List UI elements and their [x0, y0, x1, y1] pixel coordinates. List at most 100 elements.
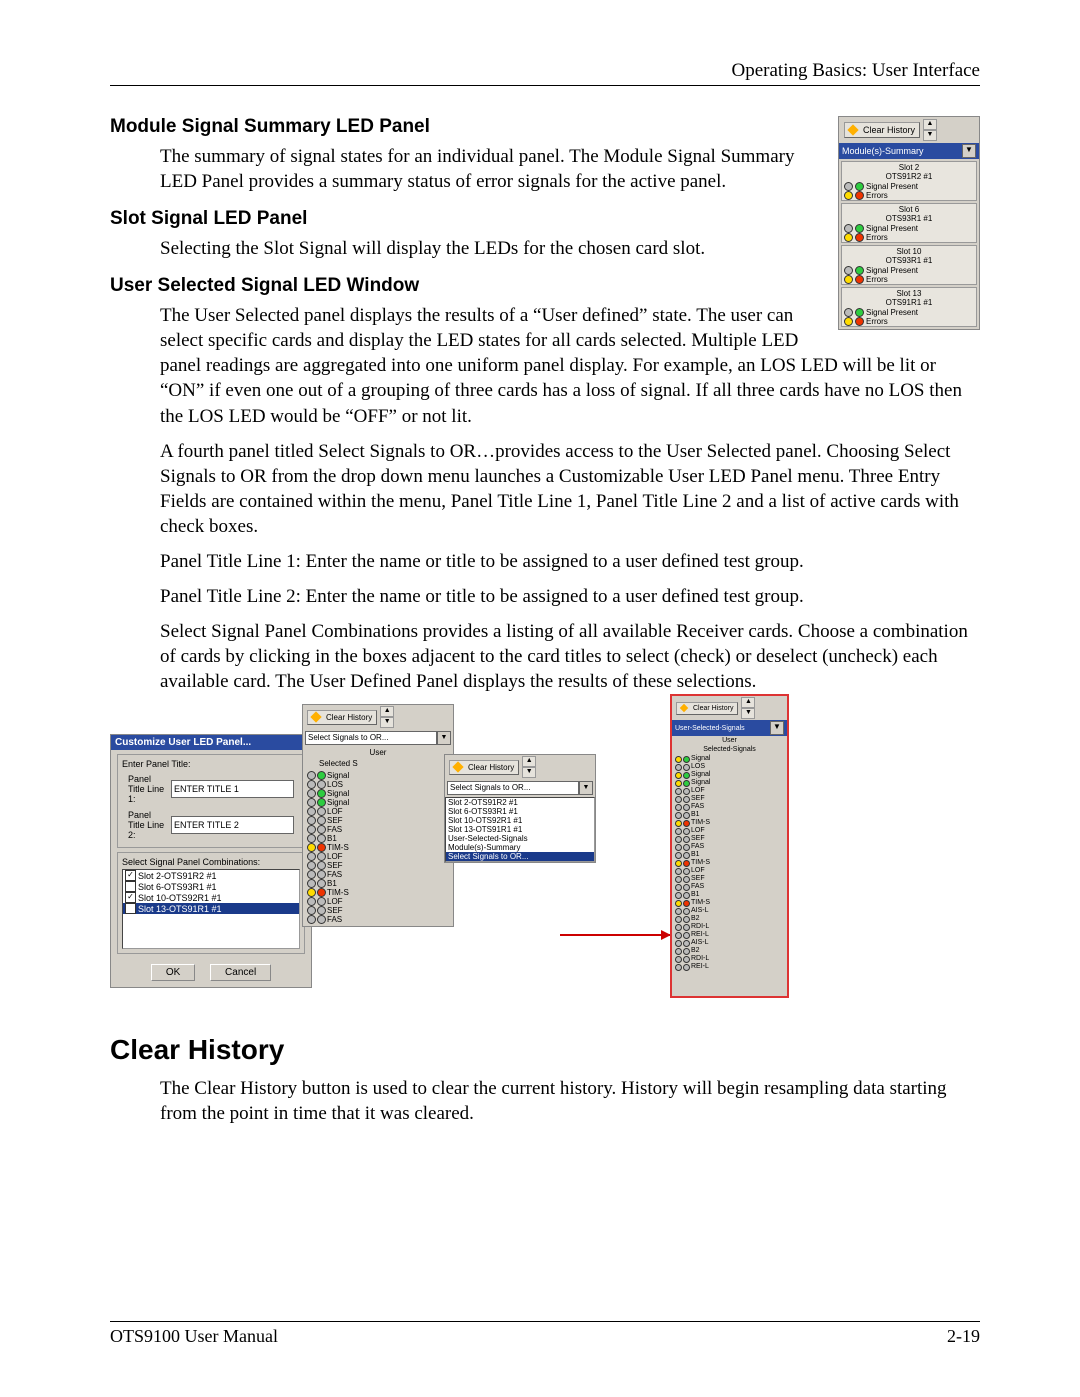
footer-right: 2-19 [947, 1326, 980, 1347]
dropdown-list[interactable]: Slot 2-OTS91R2 #1 Slot 6-OTS93R1 #1 Slot… [445, 797, 595, 862]
led-row: Signal [675, 771, 784, 779]
checkbox[interactable]: ✓ [125, 870, 136, 881]
led-row: TIM-S [675, 819, 784, 827]
checkbox[interactable] [125, 903, 136, 914]
page-header: Operating Basics: User Interface [110, 60, 980, 86]
title-line1-input[interactable] [171, 780, 294, 798]
panel-subtitle: Selected-Signals [672, 745, 787, 754]
clear-history-button[interactable]: Clear History [676, 702, 738, 715]
led-row: B2 [675, 947, 784, 955]
panel-subtitle: User [672, 736, 787, 745]
cancel-button[interactable]: Cancel [210, 964, 271, 981]
clear-history-button[interactable]: Clear History [307, 710, 377, 725]
led-row: B1 [675, 851, 784, 859]
spinner[interactable]: ▲▼ [923, 119, 935, 141]
panel-subtitle: Selected S [303, 758, 453, 769]
list-item[interactable]: Select Signals to OR... [446, 852, 594, 861]
diamond-icon [310, 712, 321, 723]
checkbox[interactable] [125, 881, 136, 892]
signal-combo[interactable]: Select Signals to OR... ▼ [305, 731, 451, 745]
spinner[interactable]: ▲▼ [380, 706, 392, 728]
title-line2-input[interactable] [171, 816, 294, 834]
body-paragraph: A fourth panel titled Select Signals to … [160, 439, 980, 539]
list-item[interactable]: Slot 6-OTS93R1 #1 [446, 807, 594, 816]
list-item[interactable]: Module(s)-Summary [446, 843, 594, 852]
led-row: REI-L [675, 931, 784, 939]
led-row: FAS [675, 843, 784, 851]
clear-history-label: Clear History [693, 705, 733, 712]
slot-subtitle: OTS93R1 #1 [886, 256, 933, 265]
checkbox[interactable]: ✓ [125, 892, 136, 903]
led-row: SEF [675, 835, 784, 843]
led-label: Errors [866, 191, 888, 200]
dropdown-icon[interactable]: ▼ [962, 144, 976, 158]
led-row: FAS [675, 803, 784, 811]
panel-header[interactable]: User-Selected-Signals ▼ [672, 720, 787, 736]
dropdown-icon[interactable]: ▼ [770, 721, 784, 735]
fieldset-label: Select Signal Panel Combinations: [122, 857, 300, 867]
led-row: RDI-L [675, 923, 784, 931]
figure-composite: Customize User LED Panel... Enter Panel … [110, 704, 980, 994]
led-row: FAS [307, 825, 449, 834]
field-label: Panel Title Line 2: [128, 810, 167, 840]
diamond-icon [847, 124, 858, 135]
slot-title: Slot 2 [899, 163, 919, 172]
led-label: Errors [866, 233, 888, 242]
spinner[interactable]: ▲▼ [741, 697, 753, 719]
diamond-icon [680, 704, 688, 712]
led-label: Signal Present [866, 266, 918, 275]
dropdown-icon[interactable]: ▼ [579, 781, 593, 795]
list-item[interactable]: Slot 2-OTS91R2 #1 [446, 798, 594, 807]
led-row: LOF [675, 827, 784, 835]
led-row: SEF [307, 906, 449, 915]
signal-combo[interactable]: Select Signals to OR... ▼ [447, 781, 593, 795]
slot-tile: Slot 13OTS91R1 #1 Signal Present Errors [841, 287, 977, 327]
led-row: SEF [307, 861, 449, 870]
diamond-icon [452, 762, 463, 773]
led-row: SEF [675, 795, 784, 803]
led-label: Errors [866, 317, 888, 326]
user-selected-signals-panel: Clear History ▲▼ User-Selected-Signals ▼… [670, 694, 789, 998]
dropdown-icon[interactable]: ▼ [437, 731, 451, 745]
led-row: LOF [307, 897, 449, 906]
field-label: Panel Title Line 1: [128, 774, 167, 804]
dialog-title: Customize User LED Panel... [111, 735, 311, 750]
led-row: FAS [675, 883, 784, 891]
list-item[interactable]: Slot 10-OTS92R1 #1 [446, 816, 594, 825]
footer-left: OTS9100 User Manual [110, 1326, 278, 1347]
slot-title: Slot 13 [897, 289, 922, 298]
fieldset-label: Enter Panel Title: [122, 759, 300, 769]
led-row: REI-L [675, 963, 784, 971]
led-row: LOF [675, 867, 784, 875]
page-footer: OTS9100 User Manual 2-19 [110, 1321, 980, 1347]
led-row: FAS [307, 915, 449, 924]
list-item[interactable]: Slot 13-OTS91R1 #1 [446, 825, 594, 834]
signal-dropdown-panel: Clear History ▲▼ Select Signals to OR...… [444, 754, 596, 863]
led-row: B1 [307, 834, 449, 843]
arrow-icon [560, 934, 670, 936]
led-row: Signal [307, 771, 449, 780]
led-row: Signal [675, 779, 784, 787]
led-row: LOF [675, 787, 784, 795]
led-row: AIS-L [675, 939, 784, 947]
combo-text: Select Signals to OR... [447, 781, 579, 795]
module-summary-panel: Clear History ▲▼ Module(s)-Summary ▼ Slo… [838, 116, 980, 330]
spinner[interactable]: ▲▼ [522, 756, 534, 778]
clear-history-button[interactable]: Clear History [844, 122, 920, 138]
led-label: Signal Present [866, 182, 918, 191]
led-row: TIM-S [307, 843, 449, 852]
list-item[interactable]: User-Selected-Signals [446, 834, 594, 843]
led-label: Errors [866, 275, 888, 284]
led-row: AIS-L [675, 907, 784, 915]
led-status-panel: Clear History ▲▼ Select Signals to OR...… [302, 704, 454, 927]
modules-summary-header[interactable]: Module(s)-Summary ▼ [839, 143, 979, 159]
led-row: B1 [307, 879, 449, 888]
led-row: B2 [675, 915, 784, 923]
led-row: Signal [675, 755, 784, 763]
clear-history-button[interactable]: Clear History [449, 760, 519, 775]
led-row: TIM-S [307, 888, 449, 897]
led-row: Signal [307, 789, 449, 798]
card-list[interactable]: ✓Slot 2-OTS91R2 #1 Slot 6-OTS93R1 #1 ✓Sl… [122, 869, 300, 949]
ok-button[interactable]: OK [151, 964, 195, 981]
list-item: Slot 6-OTS93R1 #1 [138, 882, 217, 892]
